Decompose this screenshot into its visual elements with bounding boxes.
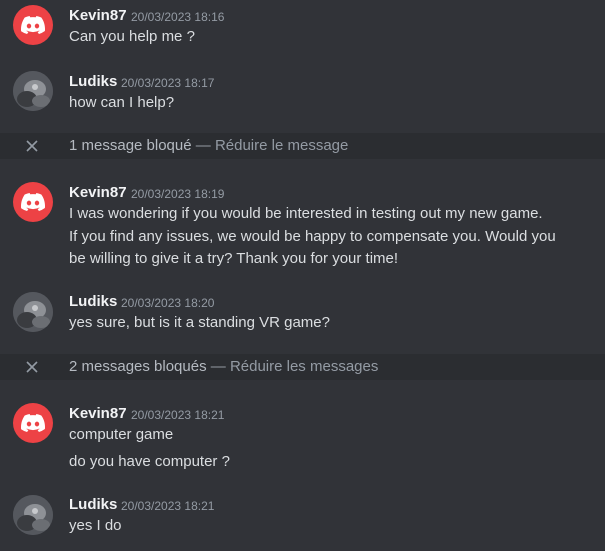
avatar[interactable] bbox=[13, 292, 53, 332]
message-text: If you find any issues, we would be happ… bbox=[69, 228, 556, 245]
message: Ludiks 20/03/2023 18:21 yes I do bbox=[0, 489, 605, 549]
avatar[interactable] bbox=[13, 495, 53, 535]
timestamp: 20/03/2023 18:20 bbox=[121, 296, 215, 310]
blocked-label: 2 messages bloqués — Réduire les message… bbox=[69, 358, 378, 375]
username[interactable]: Ludiks bbox=[69, 496, 117, 513]
message: Kevin87 20/03/2023 18:21 computer game d… bbox=[0, 398, 605, 478]
timestamp: 20/03/2023 18:17 bbox=[121, 76, 215, 90]
message: Kevin87 20/03/2023 18:16 Can you help me… bbox=[0, 0, 605, 60]
discord-logo-icon[interactable] bbox=[13, 5, 53, 45]
message-text: yes sure, but is it a standing VR game? bbox=[69, 314, 330, 331]
username[interactable]: Ludiks bbox=[69, 293, 117, 310]
collapse-link[interactable]: Réduire les messages bbox=[230, 358, 378, 375]
message-text: do you have computer ? bbox=[69, 453, 230, 470]
blocked-messages-bar: 2 messages bloqués — Réduire les message… bbox=[0, 354, 605, 380]
message-text: be willing to give it a try? Thank you f… bbox=[69, 250, 399, 267]
blocked-count: 2 messages bloqués bbox=[69, 358, 207, 375]
message: Ludiks 20/03/2023 18:17 how can I help? bbox=[0, 66, 605, 126]
message-text: Can you help me ? bbox=[69, 28, 195, 45]
timestamp: 20/03/2023 18:21 bbox=[121, 499, 215, 513]
discord-logo-icon[interactable] bbox=[13, 182, 53, 222]
message: Kevin87 20/03/2023 18:19 I was wondering… bbox=[0, 177, 605, 277]
separator: — bbox=[195, 137, 211, 154]
timestamp: 20/03/2023 18:21 bbox=[131, 408, 225, 422]
chat-view: Kevin87 20/03/2023 18:16 Can you help me… bbox=[0, 0, 605, 551]
blocked-label: 1 message bloqué — Réduire le message bbox=[69, 137, 348, 154]
blocked-messages-bar: 1 message bloqué — Réduire le message bbox=[0, 133, 605, 159]
blocked-count: 1 message bloqué bbox=[69, 137, 192, 154]
separator: — bbox=[210, 358, 226, 375]
discord-logo-icon[interactable] bbox=[13, 403, 53, 443]
message: Ludiks 20/03/2023 18:20 yes sure, but is… bbox=[0, 286, 605, 346]
message-text: how can I help? bbox=[69, 94, 175, 111]
message-text: I was wondering if you would be interest… bbox=[69, 205, 543, 222]
collapse-link[interactable]: Réduire le message bbox=[215, 137, 348, 154]
close-icon[interactable] bbox=[26, 140, 38, 152]
close-icon[interactable] bbox=[26, 361, 38, 373]
message-text: yes I do bbox=[69, 517, 122, 534]
timestamp: 20/03/2023 18:16 bbox=[131, 10, 225, 24]
username[interactable]: Kevin87 bbox=[69, 184, 127, 201]
username[interactable]: Kevin87 bbox=[69, 405, 127, 422]
username[interactable]: Ludiks bbox=[69, 73, 117, 90]
username[interactable]: Kevin87 bbox=[69, 7, 127, 24]
avatar[interactable] bbox=[13, 71, 53, 111]
message-text: computer game bbox=[69, 426, 174, 443]
timestamp: 20/03/2023 18:19 bbox=[131, 187, 225, 201]
